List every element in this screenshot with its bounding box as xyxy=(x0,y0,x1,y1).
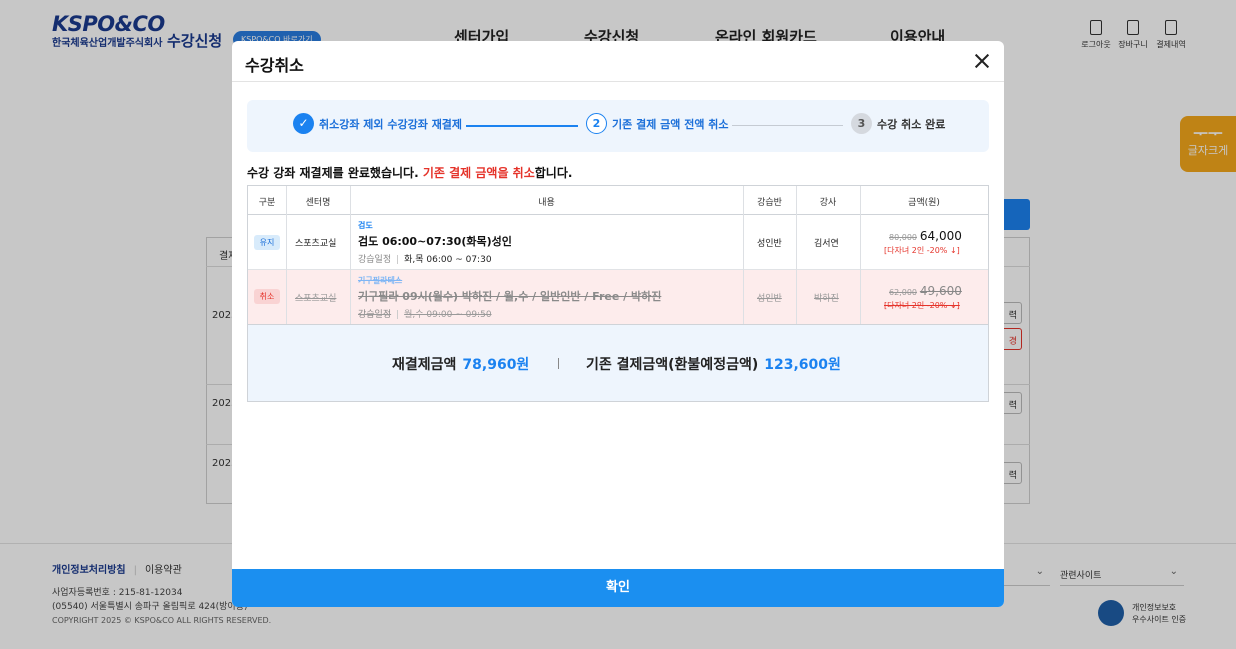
course-name: 기구필라 09시(월수) 박하진 / 월,수 / 일반인반 / Free / 박… xyxy=(358,290,662,303)
summary-separator xyxy=(558,358,559,369)
repay-label: 재결제금액 xyxy=(392,357,457,373)
refund-label: 기존 결제금액(환불예정금액) xyxy=(586,357,759,373)
step-label: 기존 결제 금액 전액 취소 xyxy=(612,118,729,131)
course-schedule: 강습일정 화,목 06:00 ~ 07:30 xyxy=(358,252,492,265)
refund-value: 123,600원 xyxy=(764,357,841,373)
table-header: 구분 센터명 내용 강습반 강사 금액(원) xyxy=(248,186,988,215)
step-complete: 3 수강 취소 완료 xyxy=(851,113,946,134)
step-number: 2 xyxy=(586,113,607,134)
col-class: 강습반 xyxy=(757,198,782,208)
table-row: 유지 스포츠교실 검도 검도 06:00~07:30(화목)성인 강습일정 화,목… xyxy=(248,215,988,270)
discount-info: [다자녀 2인 -20% ↓] xyxy=(884,246,960,255)
repay-amount: 재결제금액 78,960원 xyxy=(392,354,529,374)
col-content: 내용 xyxy=(538,198,555,208)
step-label: 취소강좌 제외 수강강좌 재결제 xyxy=(319,118,463,131)
schedule-separator xyxy=(397,310,399,319)
schedule-value: 화,목 06:00 ~ 07:30 xyxy=(404,255,492,265)
column-divider xyxy=(350,186,351,324)
close-icon[interactable] xyxy=(972,51,992,71)
price-line: 62,000 49,600 xyxy=(889,284,962,298)
notice-message: 수강 강좌 재결제를 완료했습니다. 기존 결제 금액을 취소합니다. xyxy=(247,164,572,181)
step-connector-done xyxy=(466,125,578,127)
repay-value: 78,960원 xyxy=(462,357,530,373)
column-divider xyxy=(796,186,797,324)
schedule-label: 강습일정 xyxy=(358,255,392,265)
confirm-button[interactable]: 확인 xyxy=(232,569,1004,607)
payment-summary: 재결제금액 78,960원 기존 결제금액(환불예정금액) 123,600원 xyxy=(248,324,988,401)
refund-amount: 기존 결제금액(환불예정금액) 123,600원 xyxy=(586,354,841,374)
status-badge: 취소 xyxy=(254,289,280,304)
course-name: 검도 06:00~07:30(화목)성인 xyxy=(358,235,512,248)
check-icon: ✓ xyxy=(293,113,314,134)
instructor-name: 김서연 xyxy=(814,239,839,249)
cancel-enrollment-modal: 수강취소 ✓ 취소강좌 제외 수강강좌 재결제 2 기존 결제 금액 전액 취소 3… xyxy=(232,41,1004,607)
final-price: 49,600 xyxy=(919,284,962,298)
modal-title: 수강취소 xyxy=(245,56,304,75)
col-amount: 금액(원) xyxy=(908,198,940,208)
notice-highlight: 기존 결제 금액을 취소 xyxy=(422,166,535,180)
instructor-name: 박하진 xyxy=(814,294,839,304)
original-price: 62,000 xyxy=(889,288,917,297)
status-badge: 유지 xyxy=(254,235,280,250)
col-status: 구분 xyxy=(258,198,276,208)
center-name: 스포츠교실 xyxy=(295,294,337,304)
col-center: 센터명 xyxy=(305,198,331,208)
progress-steps: ✓ 취소강좌 제외 수강강좌 재결제 2 기존 결제 금액 전액 취소 3 수강 취소… xyxy=(247,100,989,152)
center-name: 스포츠교실 xyxy=(295,239,337,249)
course-category: 검도 xyxy=(358,221,373,230)
step-connector-pending xyxy=(732,125,843,126)
step-cancel-payment: 2 기존 결제 금액 전액 취소 xyxy=(586,113,729,134)
course-schedule: 강습일정 월,수 09:00 ~ 09:50 xyxy=(358,307,492,320)
step-label: 수강 취소 완료 xyxy=(877,118,946,131)
col-instructor: 강사 xyxy=(819,198,837,208)
step-number: 3 xyxy=(851,113,872,134)
class-name: 성인반 xyxy=(757,239,782,249)
schedule-separator xyxy=(397,255,399,264)
modal-header: 수강취소 xyxy=(232,41,1004,82)
schedule-label: 강습일정 xyxy=(358,310,392,320)
notice-prefix: 수강 강좌 재결제를 완료했습니다. xyxy=(247,166,423,180)
course-category: 기구필라테스 xyxy=(358,276,403,285)
discount-info: [다자녀 2인 -20% ↓] xyxy=(884,301,960,310)
notice-suffix: 합니다. xyxy=(534,166,573,180)
final-price: 64,000 xyxy=(919,229,962,243)
original-price: 80,000 xyxy=(889,233,917,242)
price-line: 80,000 64,000 xyxy=(889,229,962,243)
schedule-value: 월,수 09:00 ~ 09:50 xyxy=(404,310,492,320)
table-row-cancelled: 취소 스포츠교실 기구필라테스 기구필라 09시(월수) 박하진 / 월,수 /… xyxy=(248,270,988,324)
class-name: 성인반 xyxy=(757,294,782,304)
column-divider xyxy=(743,186,744,324)
course-table: 구분 센터명 내용 강습반 강사 금액(원) 유지 스포츠교실 검도 검도 06… xyxy=(247,185,989,402)
column-divider xyxy=(286,186,287,324)
column-divider xyxy=(860,186,861,324)
step-repay: ✓ 취소강좌 제외 수강강좌 재결제 xyxy=(293,113,463,134)
